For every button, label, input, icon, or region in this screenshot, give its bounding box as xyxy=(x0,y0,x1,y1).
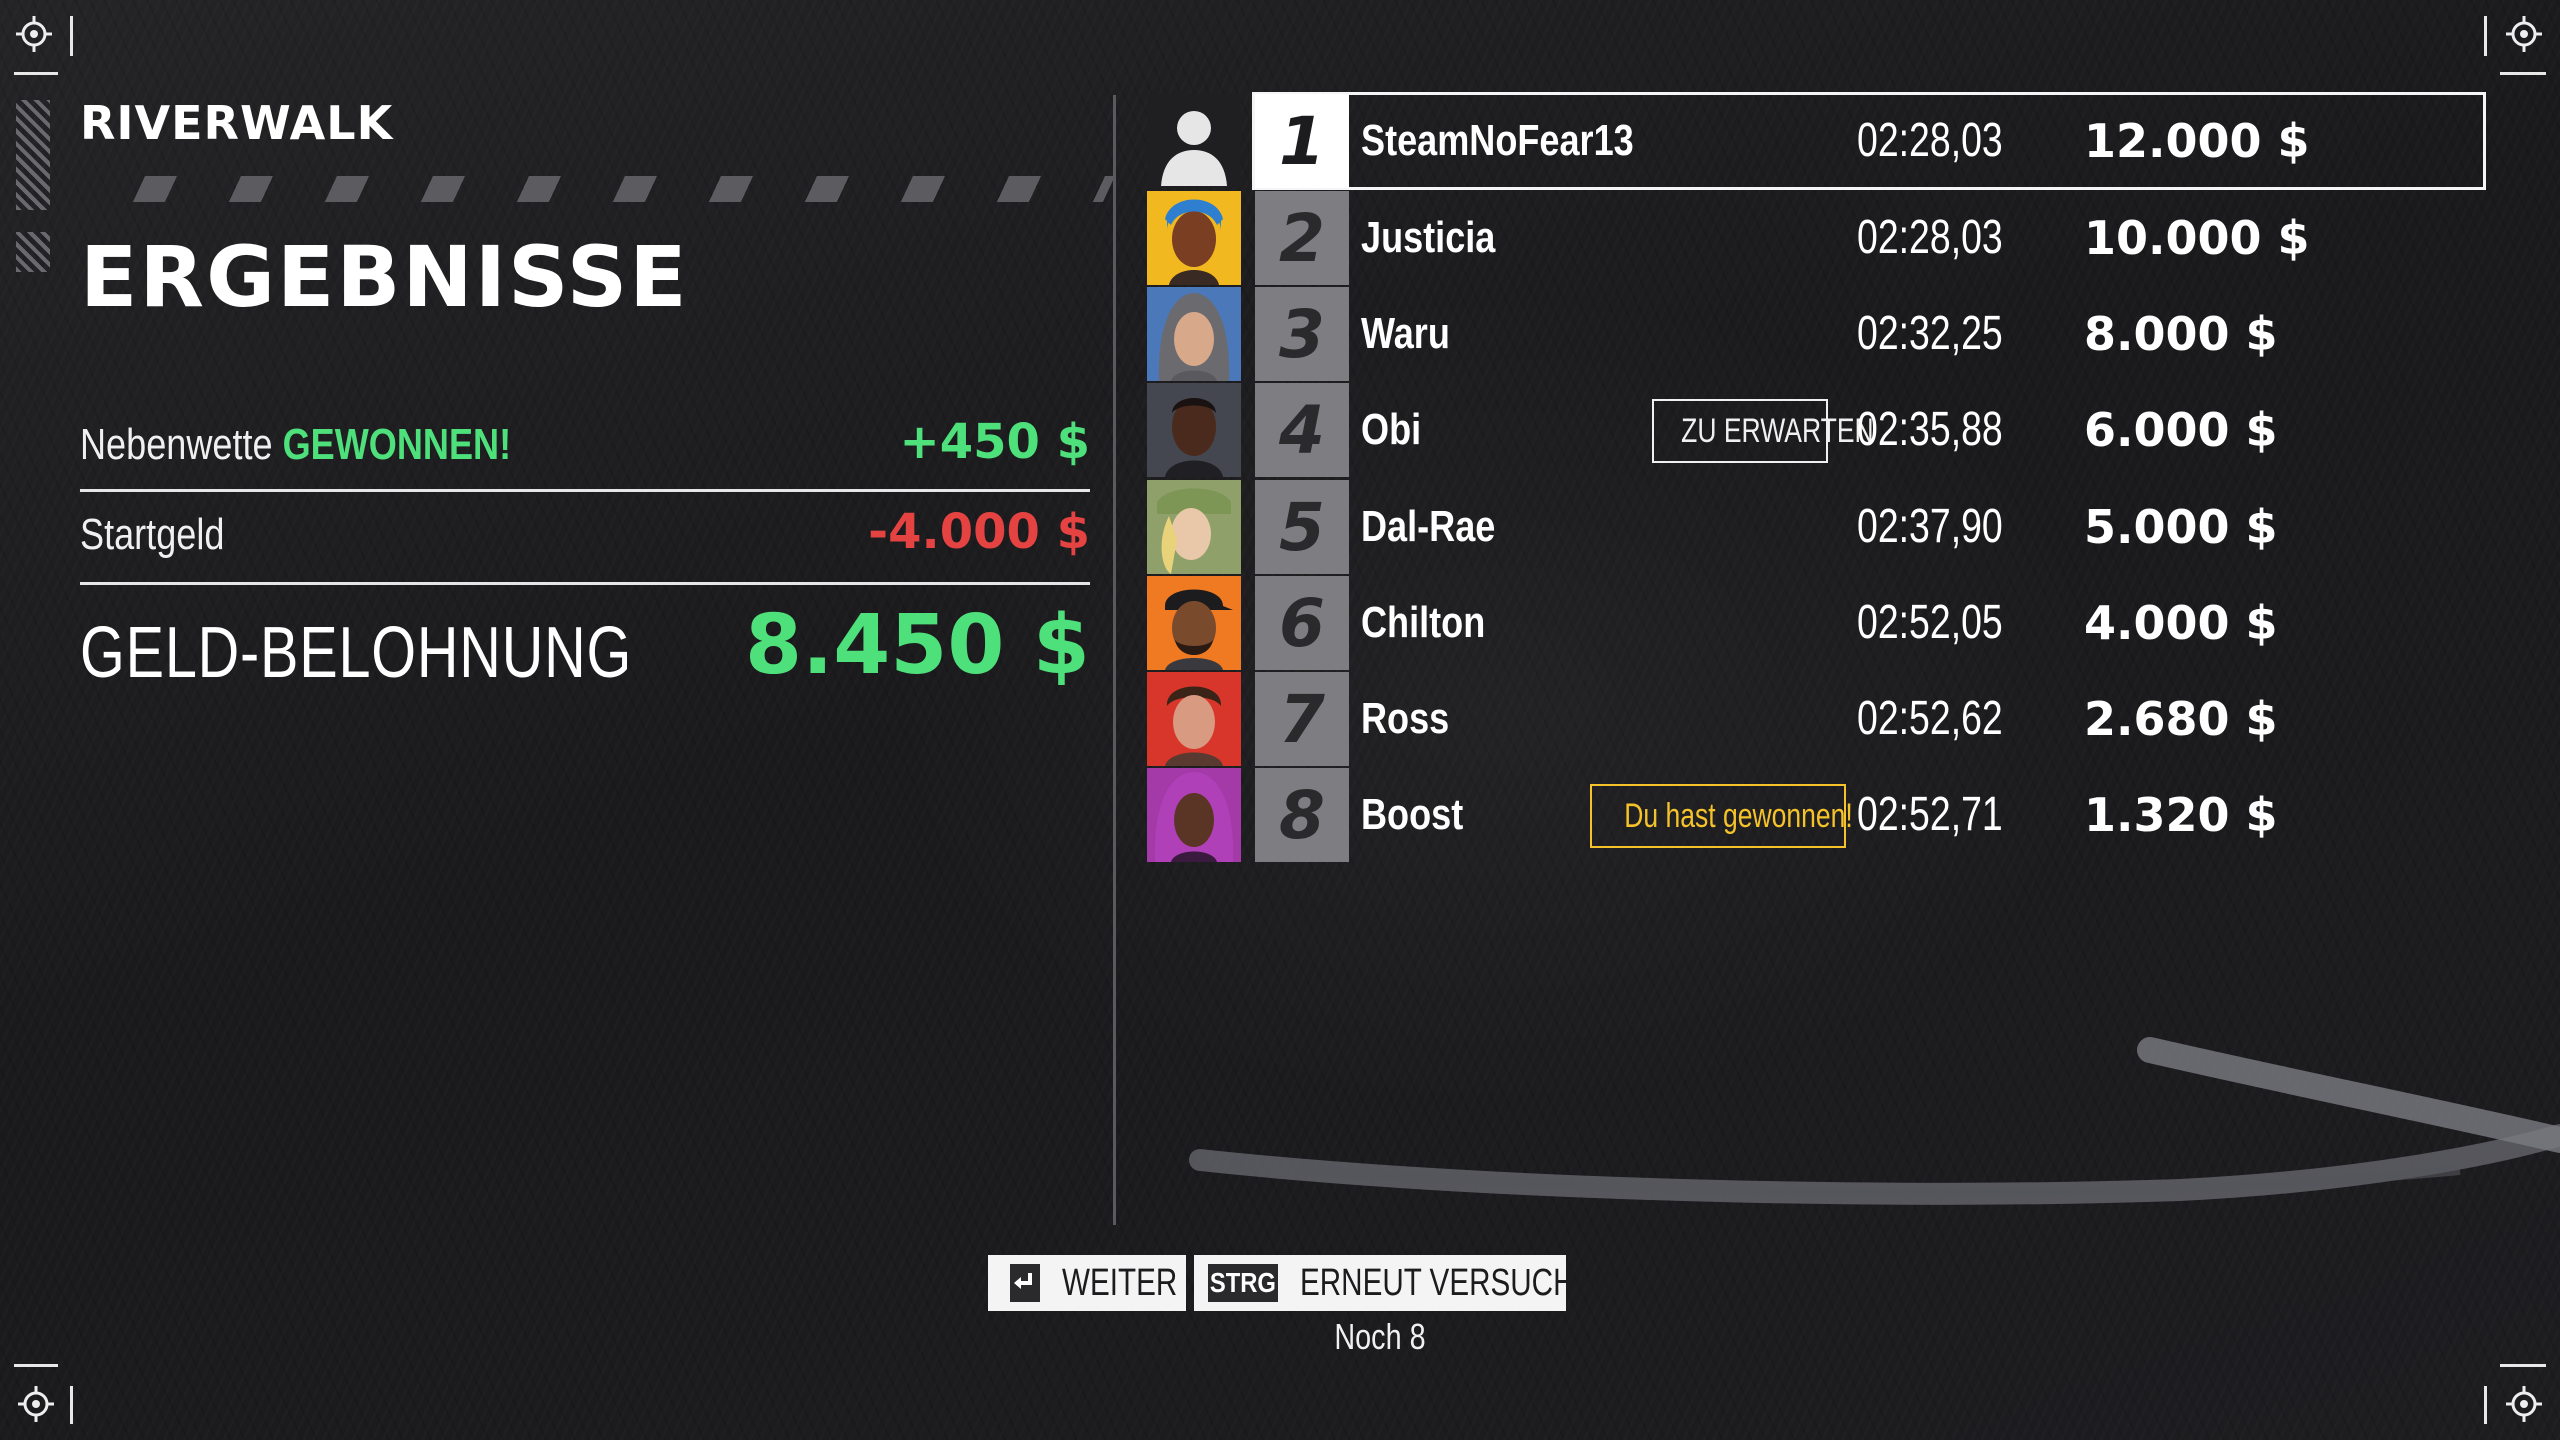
position-badge: 4 xyxy=(1255,383,1349,477)
stripe-decoration xyxy=(16,232,50,272)
retry-label: ERNEUT VERSUCHEN xyxy=(1300,1261,1616,1304)
side-bet-label: Nebenwette xyxy=(80,420,273,469)
crosshair-bottom-left xyxy=(14,1346,94,1426)
remaining-attempts: Noch 8 xyxy=(1334,1316,1426,1357)
entry-fee-value: -4.000 $ xyxy=(868,504,1090,560)
waru-avatar xyxy=(1147,287,1241,381)
standing-row: 4 Obi ZU ERWARTEN 02:35,88 6.000 $ xyxy=(1147,383,2482,477)
racer-name: SteamNoFear13 xyxy=(1361,116,1634,165)
crosshair-icon xyxy=(16,16,52,52)
prize-money: 8.000 $ xyxy=(2084,307,2278,361)
race-time: 02:52,62 xyxy=(1857,692,2003,745)
crosshair-icon xyxy=(2506,16,2542,52)
crosshair-bottom-right xyxy=(2466,1346,2546,1426)
ctrl-key-icon: STRG xyxy=(1208,1264,1278,1302)
cash-reward-value: 8.450 $ xyxy=(745,598,1090,693)
racer-name: Dal-Rae xyxy=(1361,502,1496,551)
default-silhouette-avatar xyxy=(1147,94,1241,188)
ross-avatar xyxy=(1147,672,1241,766)
obi-avatar xyxy=(1147,383,1241,477)
dal-rae-avatar xyxy=(1147,480,1241,574)
race-time: 02:52,05 xyxy=(1857,596,2003,649)
racer-name: Waru xyxy=(1361,309,1450,358)
track-name: RIVERWALK xyxy=(80,96,394,150)
position-badge: 8 xyxy=(1255,768,1349,862)
cash-reward-label: GELD-BELOHNUNG xyxy=(80,613,633,693)
position-badge: 7 xyxy=(1255,672,1349,766)
race-time: 02:35,88 xyxy=(1857,403,2003,456)
standing-row: 2 Justicia 02:28,03 10.000 $ xyxy=(1147,191,2482,285)
entry-fee-label: Startgeld xyxy=(80,510,225,559)
expected-tag: ZU ERWARTEN xyxy=(1652,399,1874,463)
prize-money: 5.000 $ xyxy=(2084,500,2278,554)
position-badge: 6 xyxy=(1255,576,1349,670)
continue-button[interactable]: WEITER xyxy=(988,1255,1186,1311)
side-bet-value: +450 $ xyxy=(899,414,1090,470)
crosshair-icon xyxy=(18,1386,54,1422)
retry-button[interactable]: STRG ERNEUT VERSUCHEN xyxy=(1194,1255,1616,1311)
panel-divider xyxy=(1113,95,1116,1225)
prize-money: 2.680 $ xyxy=(2084,692,2278,746)
standing-row: 1 SteamNoFear13 02:28,03 12.000 $ xyxy=(1147,92,2486,190)
racer-name: Obi xyxy=(1361,405,1422,454)
race-time: 02:37,90 xyxy=(1857,500,2003,553)
race-time: 02:32,25 xyxy=(1857,307,2003,360)
race-time: 02:28,03 xyxy=(1857,114,2003,167)
boost-avatar xyxy=(1147,768,1241,862)
chilton-avatar xyxy=(1147,576,1241,670)
race-time: 02:52,71 xyxy=(1857,788,2003,841)
standing-row: 3 Waru 02:32,25 8.000 $ xyxy=(1147,287,2482,381)
prize-money: 10.000 $ xyxy=(2084,211,2310,265)
position-badge: 5 xyxy=(1255,480,1349,574)
position-badge: 1 xyxy=(1255,94,1349,188)
racer-name: Chilton xyxy=(1361,598,1486,647)
race-time: 02:28,03 xyxy=(1857,211,2003,264)
standing-row: 8 Boost Du hast gewonnen! 02:52,71 1.320… xyxy=(1147,768,2482,862)
summary-divider xyxy=(80,489,1090,492)
continue-label: WEITER xyxy=(1062,1261,1178,1304)
standing-row: 6 Chilton 02:52,05 4.000 $ xyxy=(1147,576,2482,670)
racer-name: Boost xyxy=(1361,790,1464,839)
prize-money: 1.320 $ xyxy=(2084,788,2278,842)
prize-money: 6.000 $ xyxy=(2084,403,2278,457)
prize-money: 4.000 $ xyxy=(2084,596,2278,650)
summary-divider xyxy=(80,582,1090,585)
standing-row: 7 Ross 02:52,62 2.680 $ xyxy=(1147,672,2482,766)
position-badge: 2 xyxy=(1255,191,1349,285)
crosshair-icon xyxy=(2506,1386,2542,1422)
position-badge: 3 xyxy=(1255,287,1349,381)
dash-divider xyxy=(132,176,1116,202)
justicia-avatar xyxy=(1147,191,1241,285)
side-bet-status: GEWONNEN! xyxy=(282,420,512,469)
side-bet-row: Nebenwette GEWONNEN! xyxy=(80,420,511,470)
racer-name: Justicia xyxy=(1361,213,1496,262)
brush-stroke-decoration xyxy=(1189,1037,2560,1205)
standing-row: 5 Dal-Rae 02:37,90 5.000 $ xyxy=(1147,480,2482,574)
enter-key-icon xyxy=(1010,1264,1040,1302)
page-title: ERGEBNISSE xyxy=(80,228,689,326)
crosshair-top-right xyxy=(2466,14,2546,94)
stripe-decoration xyxy=(16,100,50,210)
racer-name: Ross xyxy=(1361,694,1450,743)
you-won-tag: Du hast gewonnen! xyxy=(1590,784,1853,848)
prize-money: 12.000 $ xyxy=(2084,114,2310,168)
crosshair-top-left xyxy=(14,14,94,94)
